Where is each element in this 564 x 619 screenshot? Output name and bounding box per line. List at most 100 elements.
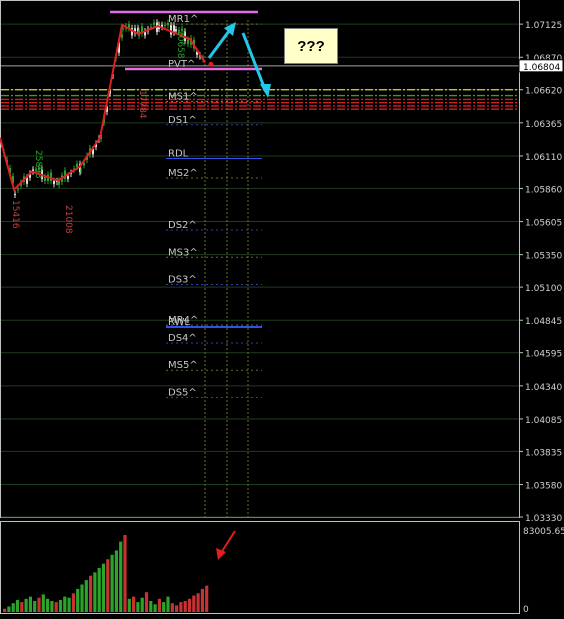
volume-bar <box>179 602 183 612</box>
pivot-level-label: MS3^ <box>168 247 198 258</box>
volume-bar <box>192 595 196 612</box>
volume-bar <box>28 596 32 612</box>
volume-bar <box>7 606 11 612</box>
y-tick-label: 1.04340 <box>525 383 562 393</box>
volume-bar <box>110 554 114 612</box>
pivot-level-label: MR1^ <box>168 14 198 25</box>
volume-bar <box>175 605 179 612</box>
volume-bar <box>63 596 67 612</box>
volume-bar <box>183 601 187 612</box>
volume-bar <box>67 597 71 612</box>
volume-bar <box>20 602 24 612</box>
pivot-level-label: RDL <box>168 149 189 160</box>
volume-bar <box>157 598 161 612</box>
candle-body <box>121 34 123 38</box>
candle-body <box>122 28 124 30</box>
zigzag-count-label: 25893 <box>33 150 43 179</box>
pivot-level-label: DS2^ <box>168 220 197 231</box>
zigzag-count-label: 17784 <box>137 90 147 119</box>
volume-bar <box>58 599 63 612</box>
zigzag-count-label: 20658 <box>175 30 185 59</box>
volume-bar <box>33 601 37 612</box>
candle-body <box>67 175 69 179</box>
annotation-text: ??? <box>297 37 325 55</box>
pivot-level-label: MS2^ <box>168 168 198 179</box>
volume-bar <box>54 602 58 612</box>
volume-bar <box>24 598 28 612</box>
candle-body <box>76 163 78 167</box>
volume-bar <box>205 585 209 612</box>
y-tick-label: 1.07125 <box>525 21 562 31</box>
candle-body <box>14 193 16 195</box>
volume-bar <box>106 559 110 612</box>
pivot-level-label: RWL <box>168 317 190 328</box>
candle-body <box>83 163 85 166</box>
y-tick-label: 1.06110 <box>525 153 562 163</box>
y-tick-label: 1.06365 <box>525 120 562 130</box>
y-tick-label: 1.05100 <box>525 284 562 294</box>
volume-bar <box>119 541 123 612</box>
y-tick-label: 1.03580 <box>525 482 562 492</box>
volume-bar <box>93 572 97 612</box>
candle-body <box>17 188 19 190</box>
y-tick-label: 1.04085 <box>525 416 562 426</box>
volume-bar <box>50 601 54 612</box>
volume-bar <box>136 602 140 612</box>
volume-bar <box>162 602 166 612</box>
candle-body <box>153 22 155 25</box>
volume-bar <box>114 550 118 612</box>
volume-bar <box>101 563 106 612</box>
pivot-level-label: DS4^ <box>168 333 197 344</box>
volume-bar <box>187 598 192 612</box>
down-arrow-shaft <box>241 32 268 93</box>
volume-bar <box>200 588 204 612</box>
y-tick-label: 1.04845 <box>525 317 562 327</box>
candle-body <box>44 176 46 181</box>
y-tick-label: 1.05860 <box>525 185 562 195</box>
volume-bar <box>15 599 20 612</box>
zigzag-line <box>0 23 206 192</box>
volume-bar <box>149 601 153 612</box>
chart-root: 1.07125 1.06870 1.06620 1.06365 1.06110 1.058… <box>0 0 564 615</box>
volume-bar <box>127 598 131 612</box>
candle-body <box>164 24 166 26</box>
volume-bar <box>41 594 45 612</box>
volume-bar <box>46 598 50 612</box>
pivot-level-label: MS5^ <box>168 360 198 371</box>
volume-tick-label: 83005.65 <box>523 527 564 537</box>
volume-bar <box>71 593 75 612</box>
volume-bar <box>132 596 136 612</box>
volume-bar <box>97 568 101 612</box>
volume-arrow-shaft <box>220 530 236 554</box>
volume-bar <box>37 597 41 612</box>
pivot-level-label: DS1^ <box>168 115 197 126</box>
volume-bar <box>144 592 149 612</box>
candle-body <box>80 170 82 172</box>
y-tick-label: 1.05350 <box>525 252 562 262</box>
pivot-level-label: DS5^ <box>168 388 197 399</box>
candle-body <box>53 180 55 185</box>
candle-body <box>167 23 169 26</box>
y-tick-label: 1.05605 <box>525 219 562 229</box>
zigzag-point <box>208 61 214 67</box>
volume-bar <box>140 597 144 612</box>
zigzag-count-label: 21008 <box>63 205 73 234</box>
y-tick-label: 1.03330 <box>525 514 562 524</box>
volume-bar <box>84 580 88 612</box>
price-chart[interactable]: 1.071251.068701.066201.063651.061101.058… <box>0 0 564 615</box>
y-tick-label: 1.03835 <box>525 448 562 458</box>
volume-arrow-head <box>216 548 226 560</box>
volume-bar <box>76 588 80 612</box>
volume-tick-label: 0 <box>523 605 529 615</box>
volume-bar <box>123 535 127 612</box>
volume-bar <box>170 603 174 612</box>
volume-bar <box>11 603 15 612</box>
candle-body <box>50 172 52 181</box>
candle-body <box>187 39 189 44</box>
volume-bar <box>153 604 157 612</box>
candle-body <box>170 25 172 35</box>
question-annotation: ??? <box>284 28 338 64</box>
current-price-label: 1.06804 <box>523 63 560 73</box>
y-tick-label: 1.04595 <box>525 350 562 360</box>
volume-bar <box>89 575 93 612</box>
